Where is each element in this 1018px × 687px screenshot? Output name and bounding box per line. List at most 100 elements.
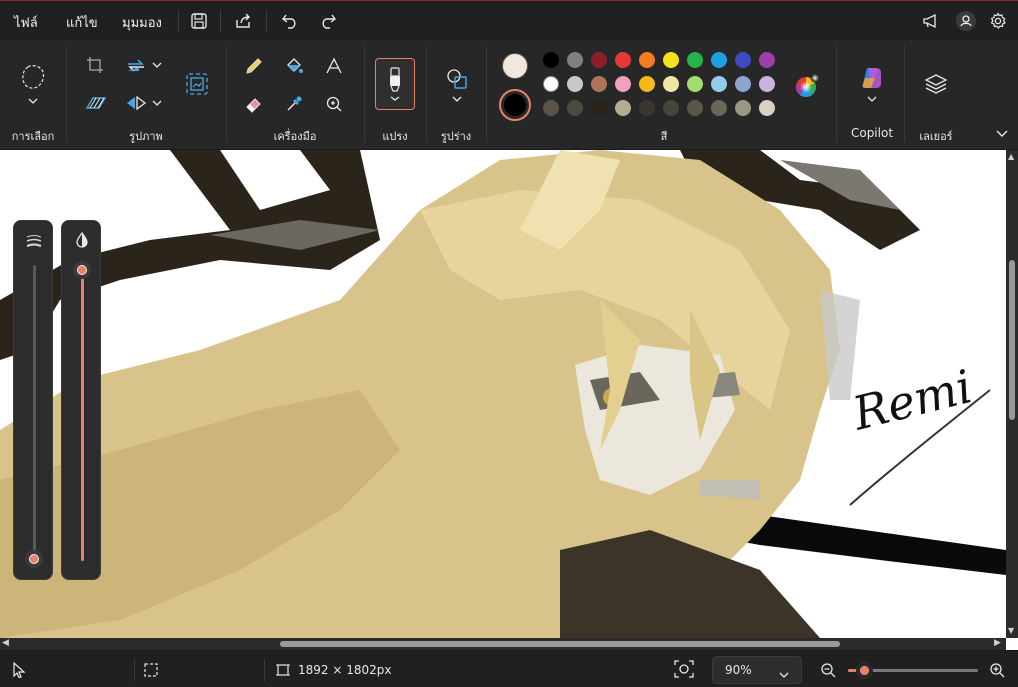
ribbon-toolbar: การเลือก รูปภาพ เครื่องมือ แปรง รูปร่าง … xyxy=(0,40,1018,150)
fit-to-window-icon[interactable] xyxy=(674,660,696,680)
selection-size-icon xyxy=(144,663,160,679)
settings-gear-icon[interactable] xyxy=(986,9,1010,33)
secondary-color-fill xyxy=(504,94,526,116)
crop-icon[interactable] xyxy=(84,54,106,76)
color-swatch[interactable] xyxy=(759,52,775,68)
scroll-up-arrow-icon[interactable]: ▲ xyxy=(1008,152,1014,161)
scroll-left-arrow-icon[interactable]: ◀ xyxy=(2,638,9,648)
color-swatch[interactable] xyxy=(639,100,655,116)
color-swatch[interactable] xyxy=(567,76,583,92)
color-swatch[interactable] xyxy=(615,100,631,116)
color-swatch[interactable] xyxy=(735,100,751,116)
color-swatch[interactable] xyxy=(735,52,751,68)
color-swatch[interactable] xyxy=(639,76,655,92)
divider xyxy=(264,659,265,681)
brush-opacity-slider-knob[interactable] xyxy=(73,261,91,279)
menu-file[interactable]: ไฟล์ xyxy=(14,12,38,33)
color-swatch[interactable] xyxy=(663,76,679,92)
zoom-level-value: 90% xyxy=(725,663,752,677)
menu-edit[interactable]: แก้ไข xyxy=(66,12,98,33)
brushes-button[interactable] xyxy=(375,58,415,110)
secondary-color-swatch[interactable] xyxy=(499,89,531,121)
scroll-down-arrow-icon[interactable]: ▼ xyxy=(1008,626,1014,635)
color-swatch[interactable] xyxy=(615,52,631,68)
group-label-shapes: รูปร่าง xyxy=(440,130,472,143)
zoom-level-dropdown[interactable]: 90% xyxy=(712,656,802,684)
color-swatch[interactable] xyxy=(687,100,703,116)
rotate-icon[interactable] xyxy=(124,54,148,76)
chevron-down-icon[interactable] xyxy=(151,98,163,108)
zoom-in-icon[interactable] xyxy=(989,662,1005,678)
fill-bucket-icon[interactable] xyxy=(282,54,306,78)
edit-colors-icon[interactable] xyxy=(794,73,820,99)
flip-icon[interactable] xyxy=(124,92,148,114)
pencil-icon[interactable] xyxy=(242,54,266,78)
color-swatch[interactable] xyxy=(591,52,607,68)
horizontal-scroll-thumb[interactable] xyxy=(280,641,840,647)
color-swatch[interactable] xyxy=(591,76,607,92)
color-swatch[interactable] xyxy=(663,100,679,116)
color-swatch[interactable] xyxy=(687,76,703,92)
resize-skew-icon[interactable] xyxy=(84,92,108,114)
redo-icon[interactable] xyxy=(316,9,340,33)
shapes-icon[interactable] xyxy=(444,66,470,92)
horizontal-scrollbar[interactable]: ◀ ▶ xyxy=(0,638,1006,650)
vertical-scrollbar[interactable]: ▲ ▼ xyxy=(1006,150,1018,638)
text-tool-icon[interactable] xyxy=(322,54,346,78)
color-swatch[interactable] xyxy=(711,100,727,116)
color-picker-icon[interactable] xyxy=(282,92,306,116)
color-swatch[interactable] xyxy=(567,100,583,116)
color-swatch[interactable] xyxy=(759,100,775,116)
announcement-icon[interactable] xyxy=(918,9,942,33)
share-icon[interactable] xyxy=(231,9,255,33)
color-swatch[interactable] xyxy=(591,100,607,116)
color-swatch[interactable] xyxy=(615,76,631,92)
eraser-icon[interactable] xyxy=(242,92,266,116)
vertical-scroll-thumb[interactable] xyxy=(1009,260,1015,420)
color-swatch[interactable] xyxy=(759,76,775,92)
color-swatch[interactable] xyxy=(711,52,727,68)
layers-icon[interactable] xyxy=(922,70,950,98)
chevron-down-icon[interactable] xyxy=(151,60,163,70)
opacity-drop-icon xyxy=(74,231,90,249)
zoom-out-icon[interactable] xyxy=(820,662,836,678)
primary-color-swatch[interactable] xyxy=(502,53,528,79)
group-label-brushes: แปรง xyxy=(382,130,408,143)
color-swatch[interactable] xyxy=(543,52,559,68)
copilot-icon[interactable] xyxy=(858,64,886,92)
save-icon[interactable] xyxy=(187,9,211,33)
magnifier-icon[interactable] xyxy=(322,92,346,116)
color-swatch[interactable] xyxy=(567,52,583,68)
brush-size-track[interactable] xyxy=(33,265,36,561)
artwork-canvas[interactable]: Remi xyxy=(0,150,1006,638)
color-swatch[interactable] xyxy=(543,100,559,116)
group-label-selection: การเลือก xyxy=(11,130,55,143)
color-swatch[interactable] xyxy=(687,52,703,68)
scroll-right-arrow-icon[interactable]: ▶ xyxy=(994,638,1001,648)
chevron-down-icon[interactable] xyxy=(26,95,40,107)
chevron-down-icon xyxy=(779,667,789,681)
group-label-layers: เลเยอร์ xyxy=(919,130,953,143)
undo-icon[interactable] xyxy=(278,9,302,33)
divider xyxy=(266,10,267,32)
brush-size-icon xyxy=(25,233,43,249)
divider xyxy=(220,10,221,32)
lasso-select-icon[interactable] xyxy=(18,62,48,92)
group-label-colors: สี xyxy=(660,130,668,143)
divider xyxy=(134,659,135,681)
account-avatar-icon[interactable] xyxy=(954,9,978,33)
chevron-down-icon[interactable] xyxy=(451,94,463,104)
title-bar: ไฟล์ แก้ไข มุมมอง xyxy=(0,0,1018,40)
image-resize-icon[interactable] xyxy=(183,70,211,98)
canvas-area[interactable]: Remi ▲ ▼ ◀ ▶ xyxy=(0,150,1018,650)
brush-size-slider-knob[interactable] xyxy=(25,550,43,568)
color-swatch[interactable] xyxy=(543,76,559,92)
color-swatch[interactable] xyxy=(639,52,655,68)
chevron-down-icon[interactable] xyxy=(866,94,878,104)
menu-view[interactable]: มุมมอง xyxy=(122,12,162,33)
color-swatch[interactable] xyxy=(663,52,679,68)
zoom-slider-knob[interactable] xyxy=(856,662,873,679)
expand-ribbon-chevron-icon[interactable] xyxy=(994,126,1010,140)
color-swatch[interactable] xyxy=(735,76,751,92)
color-swatch[interactable] xyxy=(711,76,727,92)
